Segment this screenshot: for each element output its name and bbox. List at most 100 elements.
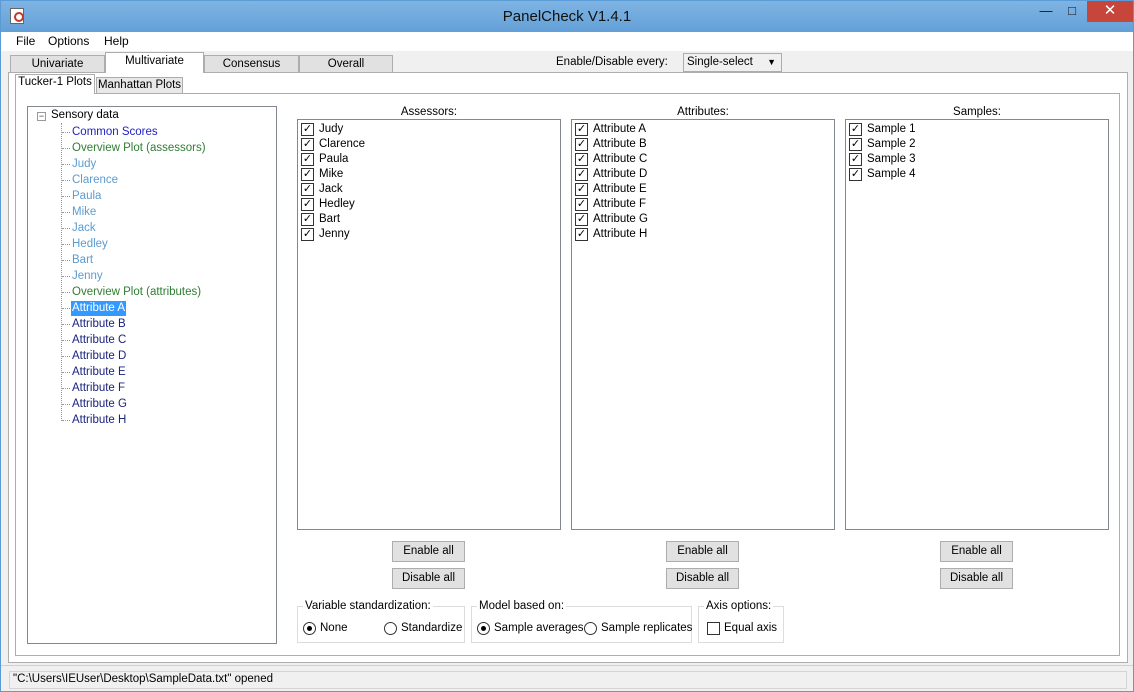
tree-item[interactable]: Jack bbox=[62, 221, 97, 236]
attributes-disable-all-button[interactable]: Disable all bbox=[666, 568, 739, 589]
tree-item[interactable]: Attribute B bbox=[62, 317, 127, 332]
enable-disable-label: Enable/Disable every: bbox=[556, 56, 668, 68]
radio-button[interactable] bbox=[477, 622, 490, 635]
checkbox[interactable] bbox=[707, 622, 720, 635]
list-item-label: Paula bbox=[319, 153, 349, 165]
checkbox-checked-icon[interactable]: ✓ bbox=[301, 138, 314, 151]
tree-item[interactable]: Paula bbox=[61, 189, 102, 204]
tree-item[interactable]: Attribute C bbox=[61, 333, 127, 348]
list-item-label: Attribute F bbox=[593, 198, 647, 210]
checkbox-checked-icon[interactable]: ✓ bbox=[849, 153, 862, 166]
assessors-enable-all-button[interactable]: Enable all bbox=[392, 541, 465, 562]
tree-item[interactable]: Attribute H bbox=[61, 413, 127, 428]
subtab-tucker1-plots[interactable]: Tucker-1 Plots bbox=[15, 74, 95, 94]
checkbox-checked-icon[interactable]: ✓ bbox=[301, 123, 314, 136]
checkbox-checked-icon[interactable]: ✓ bbox=[575, 228, 588, 241]
radio-button[interactable] bbox=[584, 622, 597, 635]
checkbox-checked-icon[interactable]: ✓ bbox=[575, 183, 588, 196]
menu-help[interactable]: Help bbox=[104, 34, 129, 48]
radio-label: None bbox=[320, 622, 348, 634]
radio-label: Standardize bbox=[401, 622, 463, 634]
checkbox-checked-icon[interactable]: ✓ bbox=[575, 123, 588, 136]
list-item-label: Clarence bbox=[319, 138, 366, 150]
list-item-label: Attribute G bbox=[593, 213, 648, 225]
checkbox-checked-icon[interactable]: ✓ bbox=[575, 153, 588, 166]
tree-item[interactable]: Mike bbox=[61, 205, 97, 220]
assessors-title: Assessors: bbox=[400, 106, 458, 118]
radio-button[interactable] bbox=[384, 622, 397, 635]
radio-button[interactable] bbox=[303, 622, 316, 635]
checkbox-checked-icon[interactable]: ✓ bbox=[301, 153, 314, 166]
tab-overall[interactable]: Overall bbox=[299, 55, 393, 73]
checkbox-checked-icon[interactable]: ✓ bbox=[301, 168, 314, 181]
tree-item[interactable]: Attribute F bbox=[61, 381, 126, 396]
tree-item[interactable]: Overview Plot (attributes) bbox=[61, 285, 202, 300]
samples-disable-all-button[interactable]: Disable all bbox=[940, 568, 1013, 589]
tree-item[interactable]: Clarence bbox=[61, 173, 119, 188]
list-item-label: Jenny bbox=[319, 228, 350, 240]
list-item-label: Attribute D bbox=[593, 168, 648, 180]
minimize-button[interactable]: — bbox=[1033, 1, 1059, 22]
list-item-label: Judy bbox=[319, 123, 344, 135]
checkbox-checked-icon[interactable]: ✓ bbox=[849, 138, 862, 151]
close-button[interactable]: ✕ bbox=[1087, 1, 1133, 22]
checkbox-checked-icon[interactable]: ✓ bbox=[849, 123, 862, 136]
tab-consensus[interactable]: Consensus bbox=[204, 55, 299, 73]
checkbox-checked-icon[interactable]: ✓ bbox=[301, 213, 314, 226]
window-title: PanelCheck V1.4.1 bbox=[502, 8, 632, 25]
menu-file[interactable]: File bbox=[16, 34, 35, 48]
checkbox-checked-icon[interactable]: ✓ bbox=[575, 168, 588, 181]
group-title: Model based on: bbox=[477, 600, 567, 612]
group-title: Axis options: bbox=[704, 600, 774, 612]
tab-univariate[interactable]: Univariate bbox=[10, 55, 105, 73]
menu-bar: File Options Help bbox=[1, 32, 1133, 51]
variable-standardization-group: Variable standardization: None Standardi… bbox=[297, 600, 465, 643]
checkbox-checked-icon[interactable]: ✓ bbox=[301, 183, 314, 196]
list-item-label: Bart bbox=[319, 213, 341, 225]
tree-item[interactable]: Common Scores bbox=[62, 125, 159, 140]
maximize-button[interactable]: □ bbox=[1059, 1, 1085, 22]
status-bar: "C:\Users\IEUser\Desktop\SampleData.txt"… bbox=[1, 665, 1133, 691]
enable-disable-select[interactable]: Single-select ▼ bbox=[683, 53, 782, 72]
tab-multivariate[interactable]: Multivariate bbox=[105, 52, 204, 73]
app-window: PanelCheck V1.4.1 — □ ✕ File Options Hel… bbox=[0, 0, 1134, 692]
group-title: Variable standardization: bbox=[303, 600, 433, 612]
collapse-icon[interactable]: − bbox=[37, 112, 46, 121]
status-text: "C:\Users\IEUser\Desktop\SampleData.txt"… bbox=[9, 671, 1127, 689]
attributes-list: ✓ Attribute A ✓ Attribute B ✓ Attribute C ✓ Att… bbox=[571, 119, 835, 530]
samples-title: Samples: bbox=[953, 106, 1001, 118]
tree-guide-line bbox=[61, 123, 62, 421]
radio-label: Sample averages bbox=[494, 622, 584, 634]
list-item-label: Sample 3 bbox=[867, 153, 916, 165]
checkbox-checked-icon[interactable]: ✓ bbox=[575, 138, 588, 151]
radio-label: Sample replicates bbox=[601, 622, 693, 634]
samples-enable-all-button[interactable]: Enable all bbox=[940, 541, 1013, 562]
checkbox-checked-icon[interactable]: ✓ bbox=[575, 198, 588, 211]
attributes-enable-all-button[interactable]: Enable all bbox=[666, 541, 739, 562]
tree-item[interactable]: Overview Plot (assessors) bbox=[62, 141, 207, 156]
samples-list: ✓ Sample 1 ✓ Sample 2 ✓ Sample 3 ✓ Sample 4 bbox=[845, 119, 1109, 530]
checkbox-checked-icon[interactable]: ✓ bbox=[575, 213, 588, 226]
assessors-disable-all-button[interactable]: Disable all bbox=[392, 568, 465, 589]
attributes-title: Attributes: bbox=[677, 106, 729, 118]
tree-item[interactable]: Jenny bbox=[62, 269, 104, 284]
menu-options[interactable]: Options bbox=[48, 34, 89, 48]
model-based-on-group: Model based on: Sample averages Sample r… bbox=[471, 600, 693, 643]
tree-item[interactable]: Attribute G bbox=[62, 397, 128, 412]
list-item-label: Attribute A bbox=[593, 123, 647, 135]
tree-item[interactable]: Judy bbox=[61, 157, 97, 172]
tree-root-label[interactable]: Sensory data bbox=[51, 109, 119, 121]
checkbox-checked-icon[interactable]: ✓ bbox=[301, 228, 314, 241]
list-item-label: Mike bbox=[319, 168, 344, 180]
subtab-manhattan-plots[interactable]: Manhattan Plots bbox=[96, 77, 183, 94]
select-value: Single-select bbox=[687, 56, 753, 68]
checkbox-checked-icon[interactable]: ✓ bbox=[849, 168, 862, 181]
plot-tree[interactable]: − Sensory data Common Scores Overview Plo… bbox=[27, 106, 277, 644]
tree-item[interactable]: Attribute D bbox=[61, 349, 127, 364]
tree-item[interactable]: Bart bbox=[61, 253, 94, 268]
tree-item[interactable]: Attribute A bbox=[61, 301, 127, 316]
tree-item[interactable]: Hedley bbox=[62, 237, 109, 252]
checkbox-checked-icon[interactable]: ✓ bbox=[301, 198, 314, 211]
chevron-down-icon: ▼ bbox=[767, 57, 776, 67]
tree-item[interactable]: Attribute E bbox=[62, 365, 127, 380]
